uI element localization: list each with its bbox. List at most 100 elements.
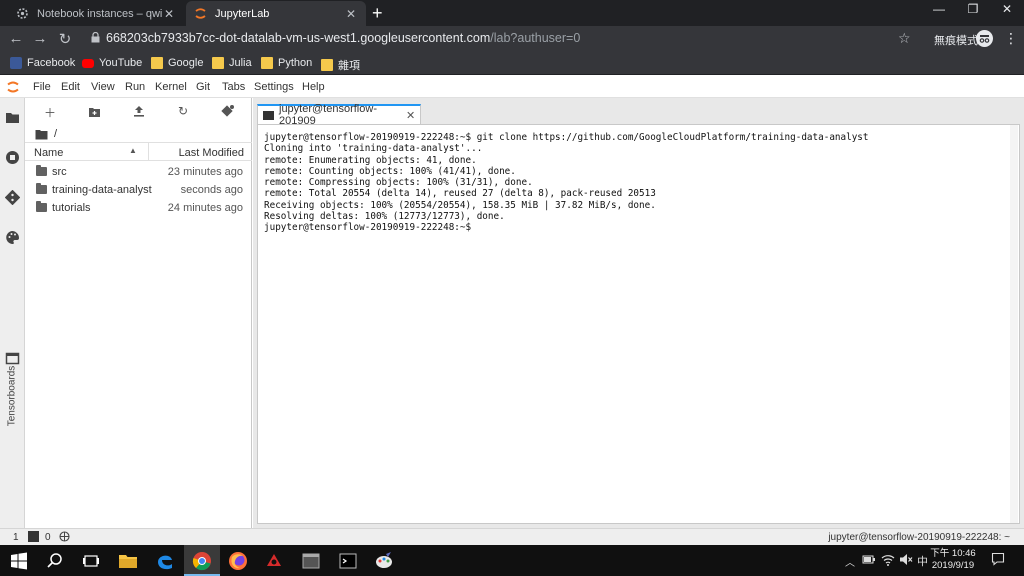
menu-run[interactable]: Run: [125, 81, 145, 93]
search-icon[interactable]: [45, 551, 65, 571]
new-tab-button[interactable]: +: [372, 3, 383, 23]
address-toolbar: ← → ↻ 668203cb7933b7cc-dot-datalab-vm-us…: [0, 26, 1024, 53]
incognito-avatar-icon[interactable]: [976, 30, 993, 47]
breadcrumb-path[interactable]: /: [54, 128, 57, 140]
menu-settings[interactable]: Settings: [254, 81, 294, 93]
sort-ascending-icon[interactable]: ▲: [129, 146, 137, 155]
running-sessions-icon[interactable]: [5, 150, 20, 165]
file-row-training-data-analyst[interactable]: training-data-analyst seconds ago: [25, 181, 252, 199]
tab-title: Notebook instances – qwiklabs: [37, 7, 162, 20]
bookmark-google[interactable]: Google: [151, 57, 203, 69]
menu-tabs[interactable]: Tabs: [222, 81, 245, 93]
language-icon[interactable]: [59, 531, 70, 542]
url-path: /lab?authuser=0: [490, 31, 581, 45]
folder-icon: [212, 57, 224, 69]
status-kernel-count[interactable]: 1: [13, 532, 19, 543]
column-name[interactable]: Name: [34, 147, 63, 159]
terminal-output[interactable]: jupyter@tensorflow-20190919-222248:~$ gi…: [257, 124, 1020, 524]
browser-menu-icon[interactable]: ⋮: [1004, 30, 1018, 47]
file-name: src: [52, 166, 67, 178]
close-window-button[interactable]: ✕: [992, 2, 1022, 16]
menu-edit[interactable]: Edit: [61, 81, 80, 93]
bookmark-python[interactable]: Python: [261, 57, 312, 69]
tray-expand-icon[interactable]: ︿: [845, 554, 855, 569]
lock-icon: [91, 32, 100, 43]
close-tab-icon[interactable]: ✕: [406, 109, 420, 122]
url-field[interactable]: 668203cb7933b7cc-dot-datalab-vm-us-west1…: [106, 31, 580, 45]
bookmark-youtube[interactable]: YouTube: [82, 57, 142, 69]
jupyter-status-bar: 1 0 jupyter@tensorflow-20190919-222248: …: [0, 528, 1024, 545]
clock[interactable]: 下午 10:46 2019/9/19: [928, 548, 978, 572]
jupyter-logo-icon: [7, 81, 19, 93]
menu-view[interactable]: View: [91, 81, 115, 93]
status-terminal-count[interactable]: 0: [45, 532, 51, 543]
folder-icon: [151, 57, 163, 69]
incognito-label: 無痕模式: [934, 35, 978, 47]
wifi-icon[interactable]: [881, 553, 895, 566]
close-tab-icon[interactable]: ✕: [162, 7, 176, 21]
folder-icon: [261, 57, 273, 69]
forward-arrow-icon[interactable]: →: [30, 30, 50, 47]
file-browser-folder-icon[interactable]: [5, 110, 20, 125]
task-view-icon[interactable]: [81, 551, 101, 571]
bookmark-label: Julia: [229, 57, 252, 69]
windows-start-icon[interactable]: [9, 551, 29, 571]
menu-file[interactable]: File: [33, 81, 51, 93]
youtube-icon: [82, 58, 94, 68]
tabs-list-icon[interactable]: [5, 351, 20, 366]
restore-button[interactable]: ❐: [958, 2, 988, 16]
new-folder-icon[interactable]: [87, 105, 103, 119]
file-modified: seconds ago: [180, 184, 243, 196]
firefox-icon[interactable]: [228, 551, 248, 571]
terminal-line: Resolving deltas: 100% (12773/12773), do…: [264, 211, 505, 223]
new-launcher-button[interactable]: ＋: [42, 104, 58, 120]
bookmarks-bar: Facebook YouTube Google Julia Python 雜項: [0, 53, 1024, 75]
palette-icon[interactable]: [5, 230, 20, 245]
reload-icon[interactable]: ↻: [55, 30, 75, 48]
terminal-line: remote: Total 20554 (delta 14), reused 2…: [264, 188, 656, 200]
battery-icon[interactable]: [862, 554, 876, 565]
bookmark-julia[interactable]: Julia: [212, 57, 252, 69]
bookmark-label: Google: [168, 57, 204, 69]
edge-browser-icon[interactable]: [155, 551, 175, 571]
menu-help[interactable]: Help: [302, 81, 325, 93]
file-row-src[interactable]: src 23 minutes ago: [25, 163, 252, 181]
gear-icon: [16, 7, 29, 20]
git-clone-icon[interactable]: [219, 104, 235, 118]
terminal-scrollbar[interactable]: [1010, 125, 1018, 523]
media-app-icon[interactable]: [264, 551, 284, 571]
close-tab-icon[interactable]: ✕: [344, 7, 358, 21]
folder-icon[interactable]: [35, 129, 48, 140]
terminal-app-icon[interactable]: [338, 551, 358, 571]
git-icon[interactable]: [5, 190, 20, 205]
volume-muted-icon[interactable]: [899, 553, 913, 566]
file-browser-panel: ＋ ↻ / Name ▲ Last Modified src 23 minute…: [25, 98, 252, 528]
terminal-icon: [28, 531, 39, 542]
window-app-icon[interactable]: [301, 551, 321, 571]
browser-tab-jupyterlab[interactable]: JupyterLab ✕: [186, 1, 366, 26]
bookmark-misc[interactable]: 雜項: [321, 57, 360, 73]
file-modified: 23 minutes ago: [167, 166, 243, 178]
file-row-tutorials[interactable]: tutorials 24 minutes ago: [25, 199, 252, 217]
paint-app-icon[interactable]: [374, 551, 394, 571]
menu-kernel[interactable]: Kernel: [155, 81, 187, 93]
file-explorer-icon[interactable]: [118, 551, 138, 571]
terminal-line: remote: Enumerating objects: 41, done.: [264, 154, 477, 166]
notifications-icon[interactable]: [991, 552, 1005, 566]
bookmark-facebook[interactable]: Facebook: [10, 57, 75, 69]
bookmark-star-icon[interactable]: ☆: [898, 30, 911, 47]
ime-indicator[interactable]: 中: [917, 553, 928, 569]
back-arrow-icon[interactable]: ←: [6, 30, 26, 47]
browser-tab-notebook-instances[interactable]: Notebook instances – qwiklabs ✕: [8, 1, 184, 26]
upload-icon[interactable]: [131, 104, 147, 118]
refresh-icon[interactable]: ↻: [175, 104, 191, 118]
folder-icon: [36, 183, 47, 194]
chrome-icon[interactable]: [192, 551, 212, 571]
menu-git[interactable]: Git: [196, 81, 210, 93]
tab-terminal[interactable]: jupyter@tensorflow-201909 ✕: [257, 103, 421, 127]
terminal-line: remote: Compressing objects: 100% (31/31…: [264, 177, 533, 189]
minimize-button[interactable]: —: [924, 2, 954, 16]
column-last-modified[interactable]: Last Modified: [179, 147, 244, 159]
jupyter-logo-icon: [194, 7, 207, 20]
tensorboards-tab[interactable]: Tensorboards: [2, 366, 22, 427]
